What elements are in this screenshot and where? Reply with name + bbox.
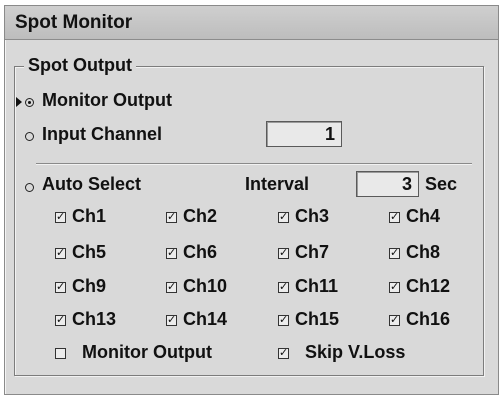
interval-label: Interval [245,174,310,194]
ch9-label: Ch9 [72,276,107,296]
title-bar: Spot Monitor [5,6,498,40]
ch1-label: Ch1 [72,206,107,226]
ch2-checkbox[interactable]: ✓ [166,212,177,223]
check-icon: ✓ [279,211,289,223]
interval-field[interactable]: 3 [356,171,419,197]
ch8-checkbox[interactable]: ✓ [389,248,400,259]
ch11-checkbox[interactable]: ✓ [278,282,289,293]
check-icon: ✓ [167,211,177,223]
monitor-output-label: Monitor Output [42,90,172,110]
ch7-label: Ch7 [295,242,330,262]
ch2-label: Ch2 [183,206,218,226]
check-icon: ✓ [167,314,177,326]
ch11-label: Ch11 [295,276,339,296]
input-channel-radio[interactable] [25,132,34,141]
ch6-label: Ch6 [183,242,218,262]
auto-select-label: Auto Select [42,174,142,194]
ch15-checkbox[interactable]: ✓ [278,315,289,326]
ch6-checkbox[interactable]: ✓ [166,248,177,259]
window-title: Spot Monitor [15,12,133,33]
ch14-label: Ch14 [183,309,228,329]
ch13-label: Ch13 [72,309,117,329]
divider [36,163,472,165]
ch5-label: Ch5 [72,242,107,262]
check-icon: ✓ [56,314,66,326]
check-icon: ✓ [390,211,400,223]
ch3-label: Ch3 [295,206,330,226]
ch16-label: Ch16 [406,309,451,329]
input-channel-field[interactable]: 1 [266,121,342,147]
ch13-checkbox[interactable]: ✓ [55,315,66,326]
group-legend: Spot Output [24,55,136,76]
ch8-label: Ch8 [406,242,441,262]
ch16-checkbox[interactable]: ✓ [389,315,400,326]
check-icon: ✓ [56,281,66,293]
ch5-checkbox[interactable]: ✓ [55,248,66,259]
ch14-checkbox[interactable]: ✓ [166,315,177,326]
ch12-checkbox[interactable]: ✓ [389,282,400,293]
auto-select-radio[interactable] [25,183,34,192]
ch4-label: Ch4 [406,206,441,226]
ch15-label: Ch15 [295,309,340,329]
ch12-label: Ch12 [406,276,451,296]
bottom-monitor-output-label: Monitor Output [82,342,212,362]
check-icon: ✓ [390,281,400,293]
check-icon: ✓ [279,314,289,326]
ch1-checkbox[interactable]: ✓ [55,212,66,223]
check-icon: ✓ [56,247,66,259]
ch3-checkbox[interactable]: ✓ [278,212,289,223]
focus-arrow-icon [16,97,22,107]
monitor-output-radio[interactable] [25,98,34,107]
check-icon: ✓ [56,211,66,223]
ch9-checkbox[interactable]: ✓ [55,282,66,293]
check-icon: ✓ [279,281,289,293]
check-icon: ✓ [390,247,400,259]
bottom-monitor-output-checkbox[interactable] [55,348,66,359]
ch10-checkbox[interactable]: ✓ [166,282,177,293]
check-icon: ✓ [167,281,177,293]
check-icon: ✓ [167,247,177,259]
input-channel-label: Input Channel [42,124,162,144]
ch10-label: Ch10 [183,276,228,296]
check-icon: ✓ [390,314,400,326]
interval-unit: Sec [425,174,458,194]
skip-vloss-checkbox[interactable]: ✓ [278,348,289,359]
ch4-checkbox[interactable]: ✓ [389,212,400,223]
check-icon: ✓ [279,247,289,259]
ch7-checkbox[interactable]: ✓ [278,248,289,259]
skip-vloss-label: Skip V.Loss [305,342,406,362]
check-icon: ✓ [279,347,289,359]
